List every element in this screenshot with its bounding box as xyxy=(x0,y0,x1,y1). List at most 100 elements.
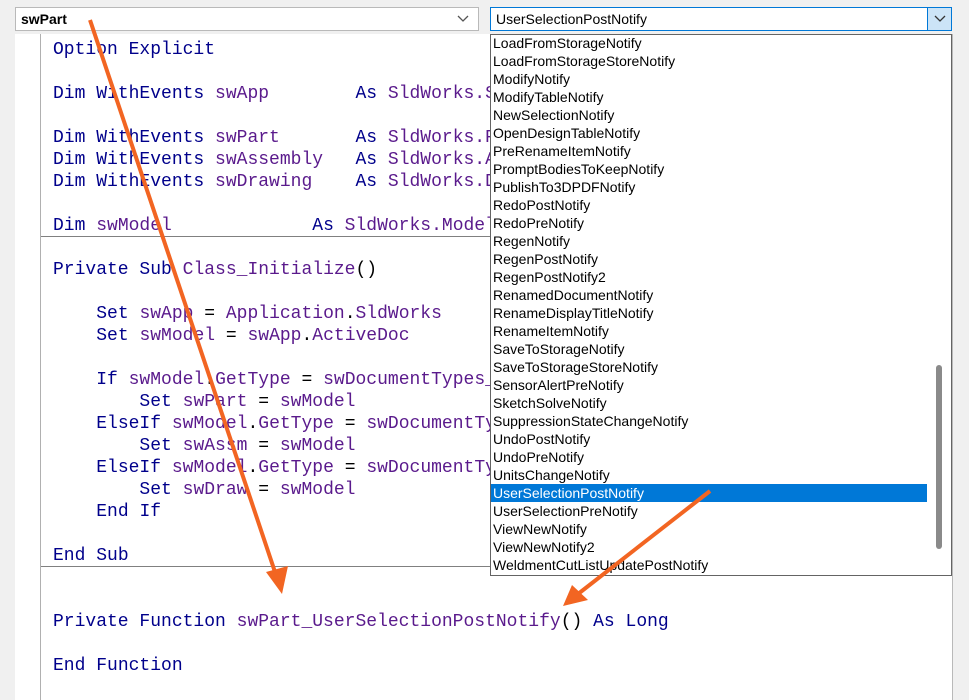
code-line[interactable]: Set swModel = swApp.ActiveDoc xyxy=(53,326,409,346)
keyword-token: As xyxy=(593,612,626,632)
identifier-token: GetType xyxy=(258,414,334,434)
keyword-token: End xyxy=(53,546,97,566)
punctuation-token: . xyxy=(247,414,259,434)
dropdown-option[interactable]: RedoPostNotify xyxy=(491,196,927,214)
code-line[interactable]: Set swDraw = swModel xyxy=(53,480,355,500)
gutter-divider xyxy=(40,34,41,700)
procedure-combobox[interactable]: UserSelectionPostNotify xyxy=(490,7,952,31)
dropdown-option[interactable]: SaveToStorageStoreNotify xyxy=(491,358,927,376)
dropdown-option[interactable]: RenameItemNotify xyxy=(491,322,927,340)
punctuation-token xyxy=(53,502,96,522)
dropdown-option[interactable]: SensorAlertPreNotify xyxy=(491,376,927,394)
punctuation-token xyxy=(53,458,96,478)
dropdown-scrollbar[interactable] xyxy=(927,35,951,575)
keyword-token: Set xyxy=(96,304,140,324)
keyword-token: Set xyxy=(139,392,183,412)
keyword-token: WithEvents xyxy=(96,84,216,104)
code-line[interactable]: Private Function swPart_UserSelectionPos… xyxy=(53,612,669,632)
code-line[interactable]: End Function xyxy=(53,656,183,676)
identifier-token: swModel xyxy=(279,392,356,412)
punctuation-token xyxy=(53,370,96,390)
dropdown-option[interactable]: SuppressionStateChangeNotify xyxy=(491,412,927,430)
keyword-token: If xyxy=(139,502,162,522)
code-line[interactable]: Dim WithEvents swPart As SldWorks.PartDo… xyxy=(53,128,561,148)
dropdown-option[interactable]: UserSelectionPostNotify xyxy=(491,484,927,502)
dropdown-option[interactable]: RegenNotify xyxy=(491,232,927,250)
code-line[interactable]: Set swAssm = swModel xyxy=(53,436,355,456)
keyword-token: As xyxy=(355,128,388,148)
punctuation-token xyxy=(53,436,139,456)
identifier-token: SldWorks xyxy=(355,304,442,324)
scrollbar-thumb[interactable] xyxy=(936,365,942,549)
object-combobox-value: swPart xyxy=(21,11,67,27)
keyword-token: Function xyxy=(139,612,237,632)
identifier-token: swDraw xyxy=(182,480,248,500)
object-combobox[interactable]: swPart xyxy=(15,7,479,31)
keyword-token: Long xyxy=(625,612,669,632)
user-selection-post-notify-function[interactable]: Private Function swPart_UserSelectionPos… xyxy=(53,611,669,677)
punctuation-token: = xyxy=(193,304,226,324)
dropdown-option[interactable]: RedoPreNotify xyxy=(491,214,927,232)
punctuation-token: () xyxy=(560,612,594,632)
keyword-token: ElseIf xyxy=(96,414,172,434)
chevron-down-icon[interactable] xyxy=(927,8,951,30)
keyword-token: Dim xyxy=(53,84,97,104)
identifier-token: GetType xyxy=(215,370,291,390)
identifier-token: GetType xyxy=(258,458,334,478)
keyword-token: As xyxy=(355,172,388,192)
keyword-token: Dim xyxy=(53,150,97,170)
dropdown-option[interactable]: NewSelectionNotify xyxy=(491,106,927,124)
dropdown-option[interactable]: OpenDesignTableNotify xyxy=(491,124,927,142)
dropdown-option[interactable]: PreRenameItemNotify xyxy=(491,142,927,160)
identifier-token: swAssembly xyxy=(215,150,356,170)
dropdown-option[interactable]: ViewNewNotify xyxy=(491,520,927,538)
punctuation-token xyxy=(53,304,96,324)
identifier-token: swDrawing xyxy=(215,172,356,192)
identifier-token: swAssm xyxy=(182,436,248,456)
dropdown-option[interactable]: SketchSolveNotify xyxy=(491,394,927,412)
punctuation-token: = xyxy=(333,458,367,478)
dropdown-option[interactable]: PublishTo3DPDFNotify xyxy=(491,178,927,196)
punctuation-token xyxy=(53,480,139,500)
identifier-token: swModel xyxy=(96,216,313,236)
punctuation-token xyxy=(53,392,139,412)
identifier-token: swApp xyxy=(247,326,302,346)
dropdown-option[interactable]: RenamedDocumentNotify xyxy=(491,286,927,304)
keyword-token: End xyxy=(53,656,97,676)
dropdown-option[interactable]: UnitsChangeNotify xyxy=(491,466,927,484)
keyword-token: WithEvents xyxy=(96,128,216,148)
punctuation-token: = xyxy=(290,370,324,390)
dropdown-option[interactable]: UndoPreNotify xyxy=(491,448,927,466)
dropdown-option[interactable]: ViewNewNotify2 xyxy=(491,538,927,556)
dropdown-option[interactable]: LoadFromStorageNotify xyxy=(491,35,927,52)
dropdown-option[interactable]: ModifyTableNotify xyxy=(491,88,927,106)
code-line[interactable]: End Sub xyxy=(53,546,129,566)
keyword-token: As xyxy=(355,150,388,170)
keyword-token: Sub xyxy=(139,260,183,280)
keyword-token: End xyxy=(96,502,140,522)
dropdown-option[interactable]: SaveToStorageNotify xyxy=(491,340,927,358)
dropdown-option[interactable]: WeldmentCutListUpdatePostNotify xyxy=(491,556,927,574)
dropdown-option[interactable]: PromptBodiesToKeepNotify xyxy=(491,160,927,178)
keyword-token: As xyxy=(312,216,345,236)
dropdown-option[interactable]: RenameDisplayTitleNotify xyxy=(491,304,927,322)
dropdown-option[interactable]: UndoPostNotify xyxy=(491,430,927,448)
dropdown-option[interactable]: LoadFromStorageStoreNotify xyxy=(491,52,927,70)
code-line[interactable]: End If xyxy=(53,502,161,522)
code-line[interactable]: Private Sub Class_Initialize() xyxy=(53,260,377,280)
code-line[interactable]: Option Explicit xyxy=(53,40,215,60)
dropdown-option[interactable]: RegenPostNotify xyxy=(491,250,927,268)
identifier-token: swModel xyxy=(279,436,356,456)
code-line[interactable]: Set swPart = swModel xyxy=(53,392,355,412)
keyword-token: As xyxy=(355,84,388,104)
keyword-token: Set xyxy=(96,326,140,346)
identifier-token: swModel xyxy=(171,414,248,434)
chevron-down-icon[interactable] xyxy=(456,12,470,26)
keyword-token: If xyxy=(96,370,129,390)
procedure-dropdown-list[interactable]: LoadFromStorageNotify LoadFromStorageStor… xyxy=(490,34,952,576)
code-line[interactable]: Set swApp = Application.SldWorks xyxy=(53,304,442,324)
dropdown-option[interactable]: UserSelectionPreNotify xyxy=(491,502,927,520)
dropdown-option[interactable]: RegenPostNotify2 xyxy=(491,268,927,286)
dropdown-option[interactable]: ModifyNotify xyxy=(491,70,927,88)
code-line[interactable]: Dim swModel As SldWorks.ModelDoc2 xyxy=(53,216,539,236)
